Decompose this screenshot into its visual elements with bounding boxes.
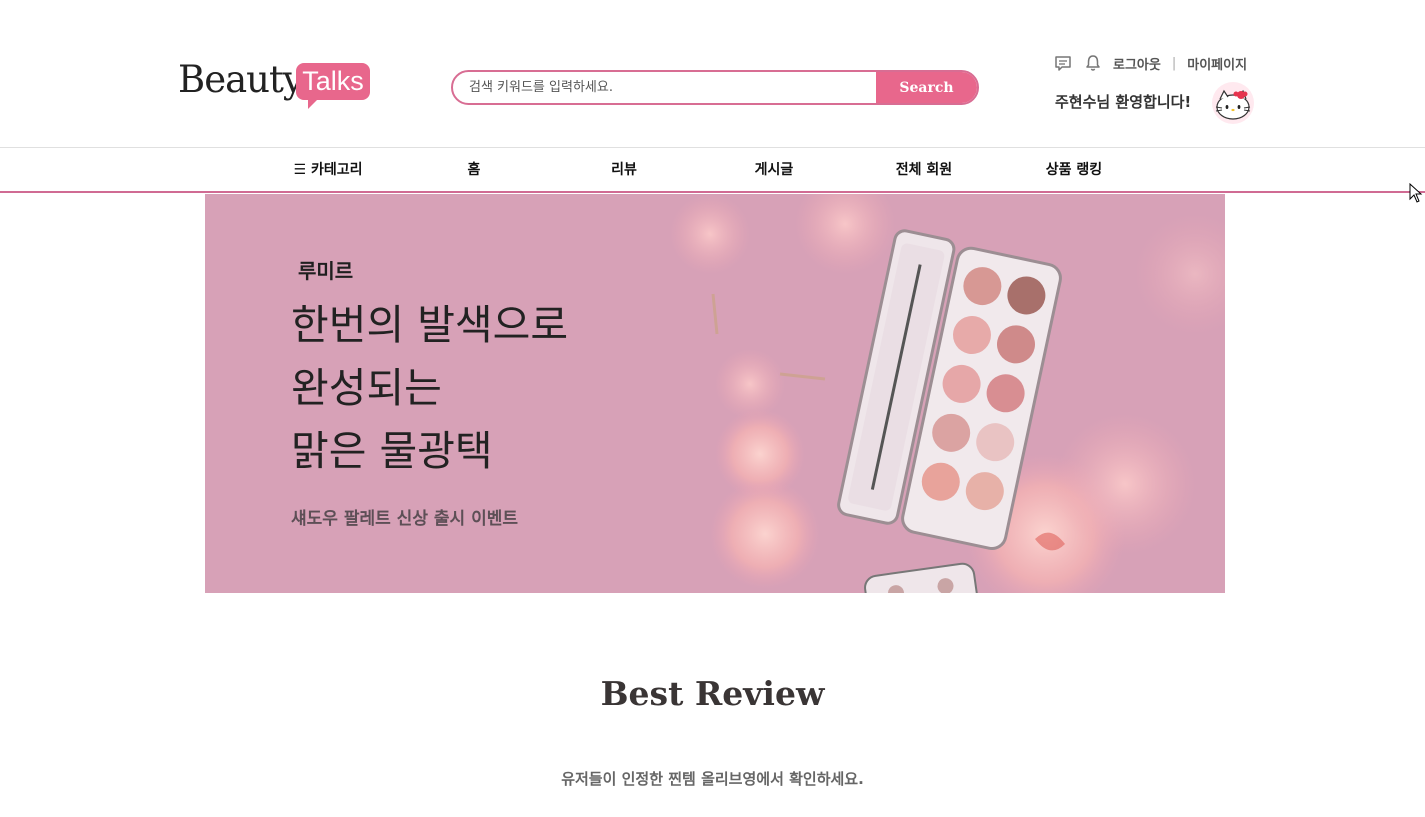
nav-item-members[interactable]: 전체 회원 [879, 148, 969, 192]
beauty-talks-logo[interactable]: Beauty Talks [178, 58, 378, 110]
bell-icon[interactable] [1083, 53, 1103, 73]
nav-item-posts[interactable]: 게시글 [734, 148, 814, 192]
nav-item-home[interactable]: 홈 [444, 148, 504, 192]
banner-subtitle: 섀도우 팔레트 신상 출시 이벤트 [291, 509, 518, 529]
best-review-subtitle: 유저들이 인정한 찐템 올리브영에서 확인하세요. [561, 770, 864, 788]
banner-headline-line: 완성되는 [291, 364, 442, 412]
banner-headline-line: 한번의 발색으로 [291, 301, 569, 349]
mypage-link[interactable]: 마이페이지 [1187, 54, 1247, 73]
site-header: Beauty Talks Search 로그아웃 | 마이페이지 주현수님 환영… [0, 0, 1425, 147]
utils-separator: | [1171, 55, 1177, 71]
search-bar: Search [451, 70, 979, 105]
promo-banner[interactable]: 루미르 한번의 발색으로 완성되는 맑은 물광택 섀도우 팔레트 신상 출시 이… [205, 194, 1225, 593]
nav-item-review[interactable]: 리뷰 [594, 148, 654, 192]
header-utils: 로그아웃 | 마이페이지 [1053, 52, 1247, 74]
logout-link[interactable]: 로그아웃 [1113, 54, 1161, 73]
banner-headline-line: 맑은 물광택 [291, 427, 493, 475]
search-button[interactable]: Search [876, 72, 977, 103]
logo-badge: Talks [296, 63, 370, 109]
cursor-icon [1409, 182, 1423, 207]
message-icon[interactable] [1053, 53, 1073, 73]
nav-item-category[interactable]: ☰ 카테고리 [278, 148, 378, 192]
avatar[interactable] [1212, 82, 1254, 124]
banner-brand: 루미르 [298, 259, 354, 283]
banner-headline: 한번의 발색으로 완성되는 맑은 물광택 [291, 294, 568, 483]
search-input[interactable] [453, 72, 876, 103]
main-nav: ☰ 카테고리 홈 리뷰 게시글 전체 회원 상품 랭킹 [0, 147, 1425, 193]
nav-item-ranking[interactable]: 상품 랭킹 [1029, 148, 1119, 192]
logo-badge-text: Talks [302, 66, 364, 96]
logo-word: Beauty [178, 58, 304, 101]
welcome-message: 주현수님 환영합니다! [1055, 93, 1192, 111]
best-review-title: Best Review [600, 674, 825, 713]
